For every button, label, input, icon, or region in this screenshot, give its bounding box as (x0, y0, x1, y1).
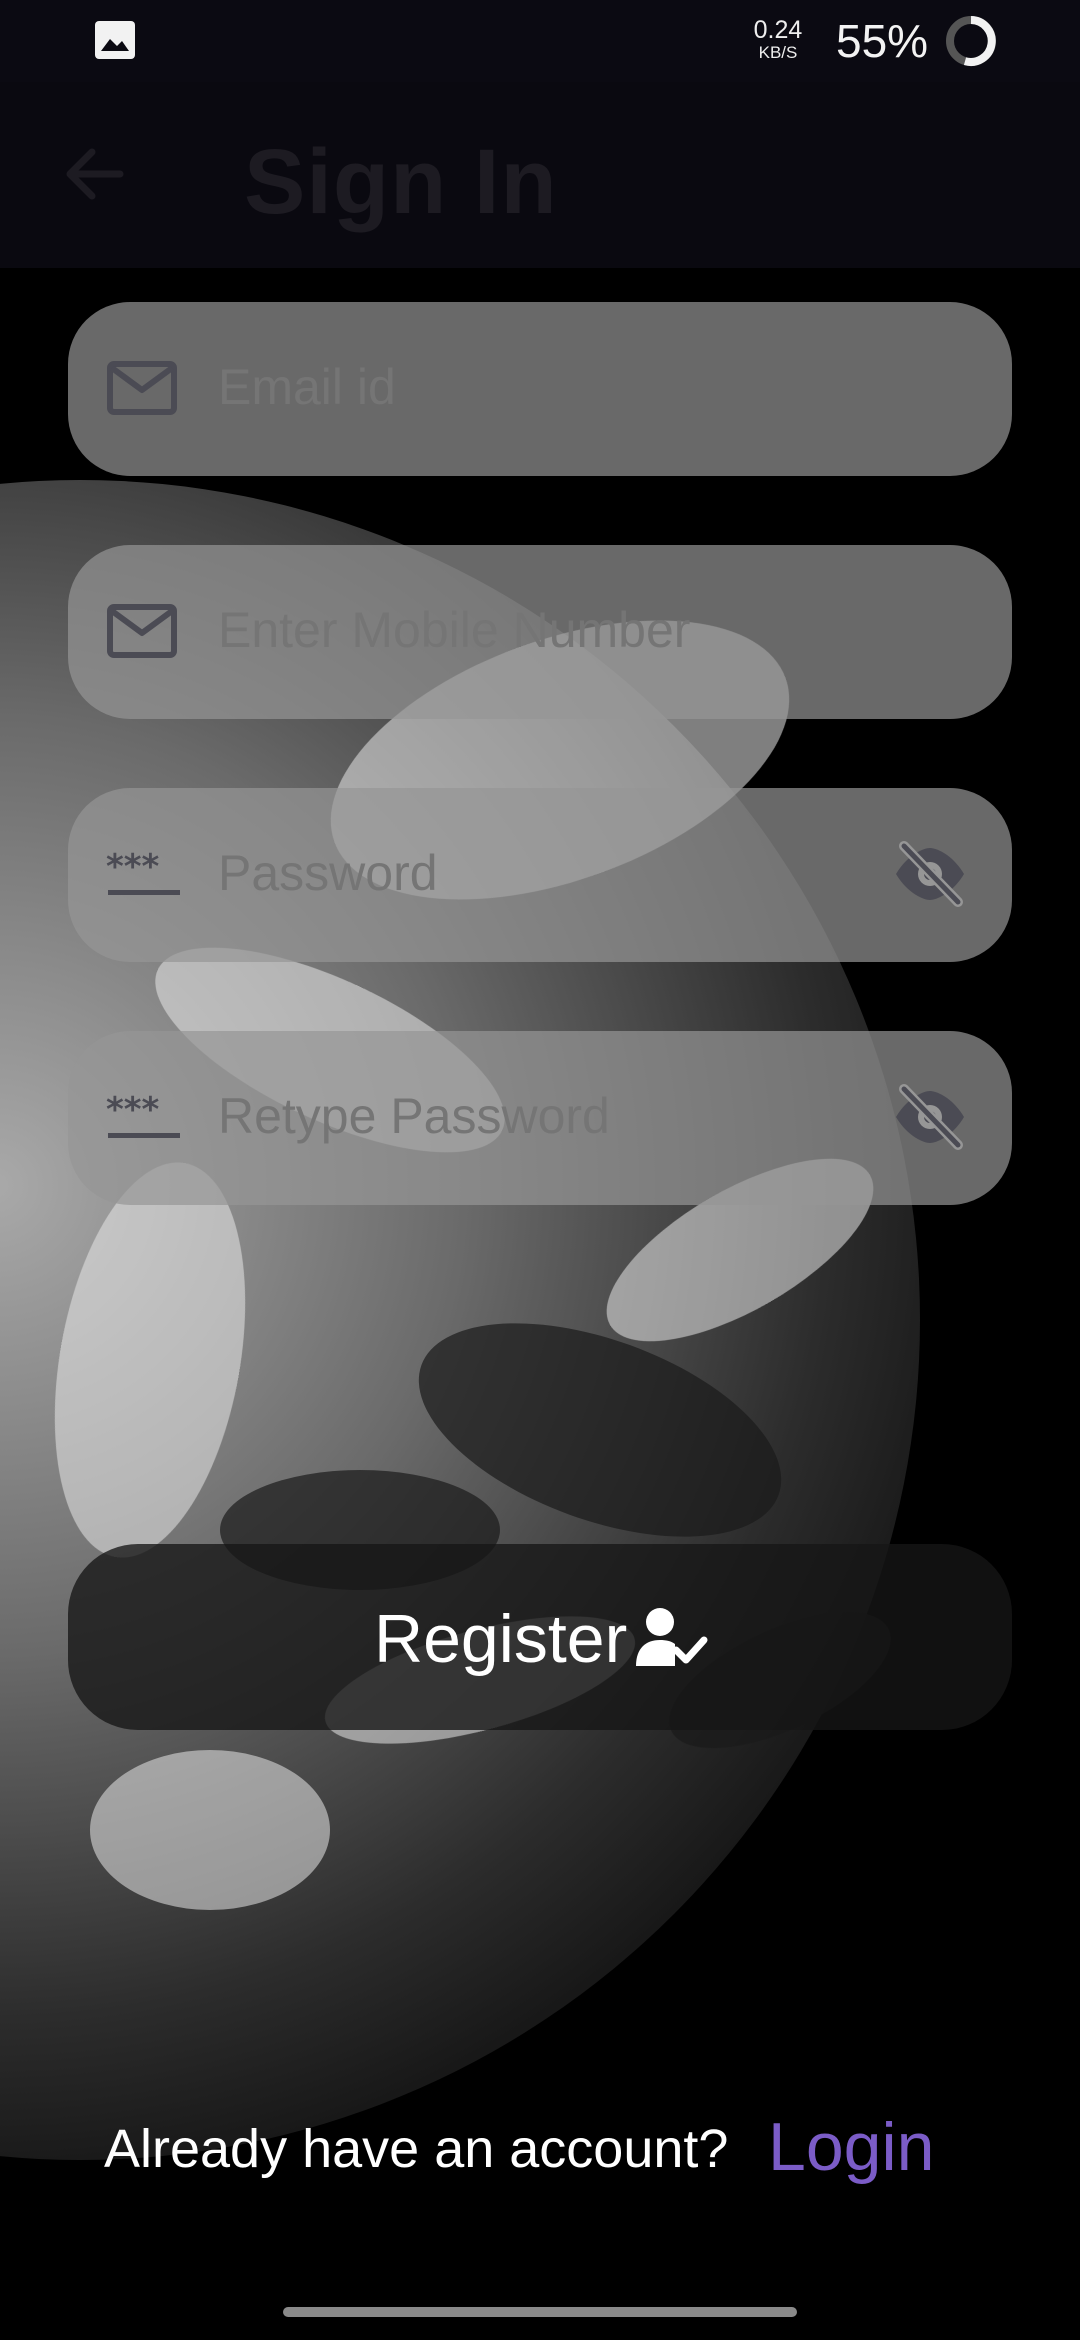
password-field[interactable]: *** (68, 788, 1012, 962)
register-button-label: Register (374, 1601, 628, 1677)
eye-off-icon[interactable] (892, 840, 968, 908)
gallery-icon (95, 21, 135, 59)
status-bar: 0.24 KB/S 55% (0, 0, 1080, 82)
register-button[interactable]: Register (68, 1544, 1012, 1730)
network-speed: 0.24 KB/S (748, 16, 808, 62)
retype-password-input[interactable] (218, 1087, 918, 1145)
app-bar: Sign In (0, 82, 1080, 268)
person-check-icon (636, 1608, 708, 1666)
network-speed-unit: KB/S (758, 43, 798, 62)
email-input[interactable] (218, 358, 918, 416)
account-prompt: Already have an account? (104, 2119, 729, 2179)
battery-percent: 55% (836, 15, 929, 67)
password-input[interactable] (218, 844, 918, 902)
home-indicator[interactable] (283, 2307, 797, 2317)
mobile-field[interactable] (68, 545, 1012, 719)
mail-icon (107, 604, 177, 658)
mobile-input[interactable] (218, 601, 918, 659)
battery-ring-icon (946, 16, 996, 66)
password-dots-icon: *** (106, 1090, 180, 1138)
email-field[interactable] (68, 302, 1012, 476)
mail-icon (107, 361, 177, 415)
svg-text:***: *** (106, 1090, 160, 1130)
svg-text:***: *** (106, 847, 160, 887)
login-link[interactable]: Login (768, 2108, 934, 2186)
eye-off-icon[interactable] (892, 1083, 968, 1151)
retype-password-field[interactable]: *** (68, 1031, 1012, 1205)
arrow-left-icon[interactable] (62, 146, 126, 202)
page-title: Sign In (244, 131, 558, 233)
password-dots-icon: *** (106, 847, 180, 895)
network-speed-value: 0.24 (753, 16, 803, 44)
